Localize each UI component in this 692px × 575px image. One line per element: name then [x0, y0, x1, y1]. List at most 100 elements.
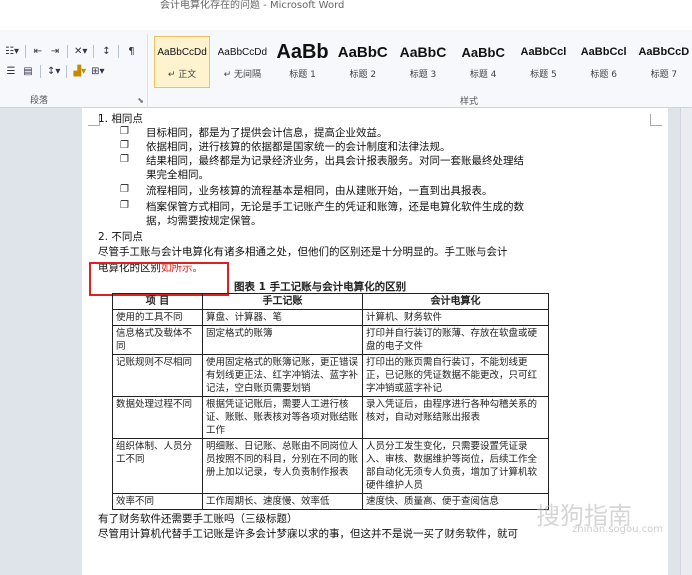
style-no-spacing[interactable]: AaBbCcDd ↵ 无间隔: [214, 36, 270, 88]
style-name: 标题 1: [289, 70, 316, 80]
styles-group-label: 样式: [460, 97, 479, 107]
style-sample: AaBbCcD: [638, 46, 690, 58]
style-sample: AaBbC: [337, 43, 388, 61]
toolbar-separator: [93, 44, 95, 58]
vertical-scrollbar[interactable]: [680, 108, 692, 575]
style-heading-5[interactable]: AaBbCcl 标题 5: [515, 36, 571, 88]
table-cell: 根据凭证记账后，需要人工进行核证、账账、账表核对等各项对账结账工作: [202, 396, 363, 439]
style-heading-2[interactable]: AaBbC 标题 2: [335, 36, 391, 88]
table-cell: 记账规则不尽相同: [112, 354, 203, 397]
style-sample: AaBbC: [461, 44, 505, 60]
show-marks-icon[interactable]: ¶: [124, 43, 138, 59]
bullet-square-icon: ❐: [120, 154, 129, 165]
paragraph-toolbar-row-2: ☰ ▤ ↕▾ ▟▾ ⊞▾: [4, 62, 106, 80]
table-cell: 录入凭证后，由程序进行各种勾稽关系的核对，自动对账结账出报表: [362, 396, 549, 439]
bullet-text: 目标相同，都是为了提供会计信息，提高企业效益。: [146, 127, 388, 139]
table-header-row: 项 目 手工记账 会计电算化: [112, 293, 549, 310]
table-caption: 图表 1 手工记账与会计电算化的区别: [234, 281, 407, 293]
section-2-title: 2. 不同点: [98, 231, 143, 243]
bullet-text: 流程相同，业务核算的流程基本是相同，由从建账开始，一直到出具报表。: [146, 185, 493, 197]
style-heading-1[interactable]: AaBb 标题 1: [274, 36, 330, 88]
table-cell: 数据处理过程不同: [112, 396, 203, 439]
line-spacing-icon[interactable]: ↕▾: [46, 63, 61, 79]
watermark-url: zhinan.sogou.com: [572, 524, 664, 535]
table-cell: 使用的工具不同: [112, 309, 203, 326]
bullet-text: 依据相同，进行核算的依据都是国家统一的会计制度和法律法规。: [146, 141, 451, 153]
style-heading-7[interactable]: AaBbCcD 标题 7: [636, 36, 692, 88]
style-sample: AaBbC: [399, 44, 447, 60]
window-title: 会计电算化存在的问题 - Microsoft Word: [160, 0, 345, 11]
style-name: 标题 6: [590, 70, 617, 80]
style-heading-4[interactable]: AaBbC 标题 4: [455, 36, 511, 88]
toolbar-separator: [66, 64, 68, 78]
decrease-indent-icon[interactable]: ⇤: [31, 43, 45, 59]
body-paragraph-line: 尽管用计算机代替手工记账是许多会计梦寐以求的事，但这并不是说一买了财务软件，就可: [98, 528, 518, 540]
style-normal[interactable]: AaBbCcDd ↵ 正文: [154, 36, 211, 88]
comparison-table: 项 目 手工记账 会计电算化 使用的工具不同 算盘、计算器、笔 计算机、财务软件…: [112, 293, 549, 510]
paragraph-dialog-launcher-icon[interactable]: ⬊: [137, 96, 144, 105]
bullet-text-continued: 据，均需要按规定保管。: [146, 215, 262, 227]
multilevel-list-icon[interactable]: ☷▾: [4, 43, 20, 59]
table-cell: 工作周期长、速度慢、效率低: [202, 493, 363, 510]
table-row: 效率不同 工作周期长、速度慢、效率低 速度快、质量高、便于查阅信息: [112, 493, 549, 510]
table-cell: 人员分工发生变化，只需要设置凭证录入、审核、数据维护等岗位，后续工作全部自动化无…: [362, 438, 549, 494]
table-cell: 打印并自行装订的账薄、存放在软盘或硬盘的电子文件: [362, 325, 549, 355]
border-icon[interactable]: ⊞▾: [90, 63, 105, 79]
body-paragraph-line: 尽管手工账与会计电算化有诸多相通之处，但他们的区别还是十分明显的。手工账与会计: [98, 246, 508, 258]
style-sample: AaBbCcDd: [217, 46, 268, 58]
style-name: 标题 4: [469, 70, 497, 80]
increase-indent-icon[interactable]: ⇥: [48, 43, 62, 59]
style-heading-6[interactable]: AaBbCcl 标题 6: [576, 36, 632, 88]
style-sample: AaBb: [276, 40, 329, 63]
section-1-title: 1. 相同点: [98, 113, 143, 125]
table-header: 会计电算化: [362, 293, 549, 310]
bullet-square-icon: ❐: [120, 184, 129, 195]
style-sample: AaBbCcl: [520, 46, 567, 58]
table-cell: 速度快、质量高、便于查阅信息: [362, 493, 549, 510]
style-name: 标题 2: [349, 70, 377, 80]
style-heading-3[interactable]: AaBbC 标题 3: [395, 36, 451, 88]
table-row: 使用的工具不同 算盘、计算器、笔 计算机、财务软件: [112, 309, 549, 326]
chinese-layout-icon[interactable]: ✕▾: [73, 43, 88, 59]
table-row: 数据处理过程不同 根据凭证记账后，需要人工进行核证、账账、账表核对等各项对账结账…: [112, 396, 549, 439]
table-cell: 信息格式及载体不同: [112, 325, 203, 355]
style-name: ↵ 正文: [167, 70, 197, 80]
table-cell: 效率不同: [112, 493, 203, 510]
style-name: 标题 5: [530, 70, 557, 80]
ribbon: ☷▾ ⇤ ⇥ ✕▾ ↕ ¶ ☰ ▤ ↕▾ ▟▾ ⊞▾ 段落 ⬊ AaBbCcDd…: [0, 30, 692, 108]
sort-icon[interactable]: ↕: [99, 43, 113, 59]
toolbar-separator: [66, 44, 68, 58]
style-name: 标题 7: [650, 70, 678, 80]
bullet-text-continued: 果完全相同。: [146, 169, 209, 181]
table-cell: 计算机、财务软件: [362, 309, 549, 326]
bullet-square-icon: ❐: [120, 140, 129, 151]
table-cell: 打印出的账页需自行装订，不能划线更正，已记账的凭证数据不能更改，只可红字冲销或蓝…: [362, 354, 549, 397]
title-bar: 会计电算化存在的问题 - Microsoft Word: [0, 0, 692, 30]
style-sample: AaBbCcDd: [157, 46, 207, 58]
paragraph-toolbar-row-1: ☷▾ ⇤ ⇥ ✕▾ ↕ ¶: [4, 42, 138, 60]
table-row: 记账规则不尽相同 使用固定格式的账簿记账，更正错误有划线更正法、红字冲销法、蓝字…: [112, 354, 549, 397]
distributed-icon[interactable]: ▤: [21, 63, 35, 79]
paragraph-group: ☷▾ ⇤ ⇥ ✕▾ ↕ ¶ ☰ ▤ ↕▾ ▟▾ ⊞▾ 段落 ⬊: [0, 34, 148, 108]
table-cell: 组织体制、人员分工不同: [112, 438, 203, 494]
table-row: 组织体制、人员分工不同 明细账、日记账、总账由不同岗位人员按照不同的科目，分别在…: [112, 438, 549, 494]
bullet-text: 档案保管方式相同，无论是手工记账产生的凭证和账簿，还是电算化软件生成的数: [146, 201, 524, 213]
styles-gallery: AaBbCcDd ↵ 正文 AaBbCcDd ↵ 无间隔 AaBb 标题 1 A…: [154, 36, 692, 92]
style-name: ↵ 无间隔: [223, 70, 262, 80]
bullet-text: 结果相同，最终都是为记录经济业务，出具会计报表服务。对同一套账最终处理结: [146, 155, 524, 167]
subheading-line: 有了财务软件还需要手工账吗（三级标题）: [98, 513, 298, 525]
table-row: 信息格式及载体不同 固定格式的账簿 打印并自行装订的账薄、存放在软盘或硬盘的电子…: [112, 325, 549, 355]
bullet-square-icon: ❐: [120, 126, 129, 137]
toolbar-separator: [118, 44, 120, 58]
table-cell: 算盘、计算器、笔: [202, 309, 363, 326]
table-header: 手工记账: [202, 293, 363, 310]
toolbar-separator: [24, 44, 26, 58]
paragraph-group-label: 段落: [30, 96, 49, 106]
table-cell: 明细账、日记账、总账由不同岗位人员按照不同的科目，分别在不同的账册上加以记录，专…: [202, 438, 363, 494]
bullet-square-icon: ❐: [120, 200, 129, 211]
shading-icon[interactable]: ▟▾: [72, 63, 87, 79]
margin-corner-mark: [650, 114, 662, 126]
table-cell: 使用固定格式的账簿记账，更正错误有划线更正法、红字冲销法、蓝字补记法，空白账页需…: [202, 354, 363, 397]
justify-icon[interactable]: ☰: [4, 63, 18, 79]
toolbar-separator: [40, 64, 41, 78]
